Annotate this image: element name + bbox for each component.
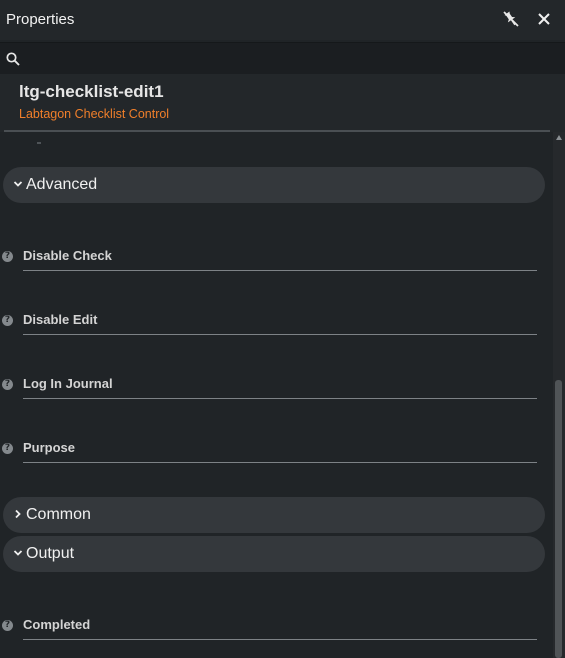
chevron-down-icon	[13, 550, 23, 556]
property-input-line[interactable]	[23, 639, 537, 640]
property-completed: ? Completed	[0, 611, 540, 651]
property-disable-edit: ? Disable Edit	[0, 306, 540, 346]
group-label: Advanced	[26, 176, 98, 193]
property-input-line[interactable]	[23, 398, 537, 399]
group-common[interactable]: Common	[3, 497, 545, 533]
scrollbar-thumb[interactable]	[555, 380, 562, 658]
close-button[interactable]	[533, 8, 555, 30]
property-input-line[interactable]	[23, 334, 537, 335]
property-label: Disable Edit	[23, 312, 98, 327]
control-type: Labtagon Checklist Control	[19, 107, 170, 121]
property-disable-check: ? Disable Check	[0, 242, 540, 282]
question-circle-icon[interactable]: ?	[2, 315, 13, 326]
scroll-up-arrow-icon[interactable]	[556, 135, 562, 140]
control-name: ltg-checklist-edit1	[19, 82, 164, 101]
pin-button[interactable]	[500, 8, 522, 30]
group-label: Common	[26, 506, 91, 523]
property-input-line[interactable]	[23, 270, 537, 271]
panel-title: Properties	[6, 11, 75, 28]
property-label: Completed	[23, 617, 91, 632]
search-bar	[0, 42, 565, 74]
question-circle-icon[interactable]: ?	[2, 251, 13, 262]
chevron-right-icon	[15, 509, 21, 519]
question-circle-icon[interactable]: ?	[2, 620, 13, 631]
close-icon	[538, 13, 550, 25]
control-header: ltg-checklist-edit1 Labtagon Checklist C…	[0, 74, 565, 132]
group-label: Output	[26, 545, 75, 562]
property-purpose: ? Purpose	[0, 434, 540, 474]
property-input-line[interactable]	[23, 462, 537, 463]
vertical-scrollbar[interactable]	[553, 132, 565, 658]
properties-list[interactable]: Advanced ? Disable Check ? Disable Edit …	[0, 132, 565, 658]
property-log-in-journal: ? Log In Journal	[0, 370, 540, 410]
scroll-marker	[37, 142, 41, 144]
search-input[interactable]	[26, 47, 556, 71]
group-advanced[interactable]: Advanced	[3, 167, 545, 203]
property-label: Purpose	[23, 440, 76, 455]
property-label: Log In Journal	[23, 376, 113, 391]
property-label: Disable Check	[23, 248, 112, 263]
question-circle-icon[interactable]: ?	[2, 443, 13, 454]
panel-titlebar: Properties	[0, 0, 565, 40]
search-icon	[6, 52, 20, 66]
pin-off-icon	[503, 11, 519, 27]
chevron-down-icon	[13, 181, 23, 187]
group-output[interactable]: Output	[3, 536, 545, 572]
question-circle-icon[interactable]: ?	[2, 379, 13, 390]
